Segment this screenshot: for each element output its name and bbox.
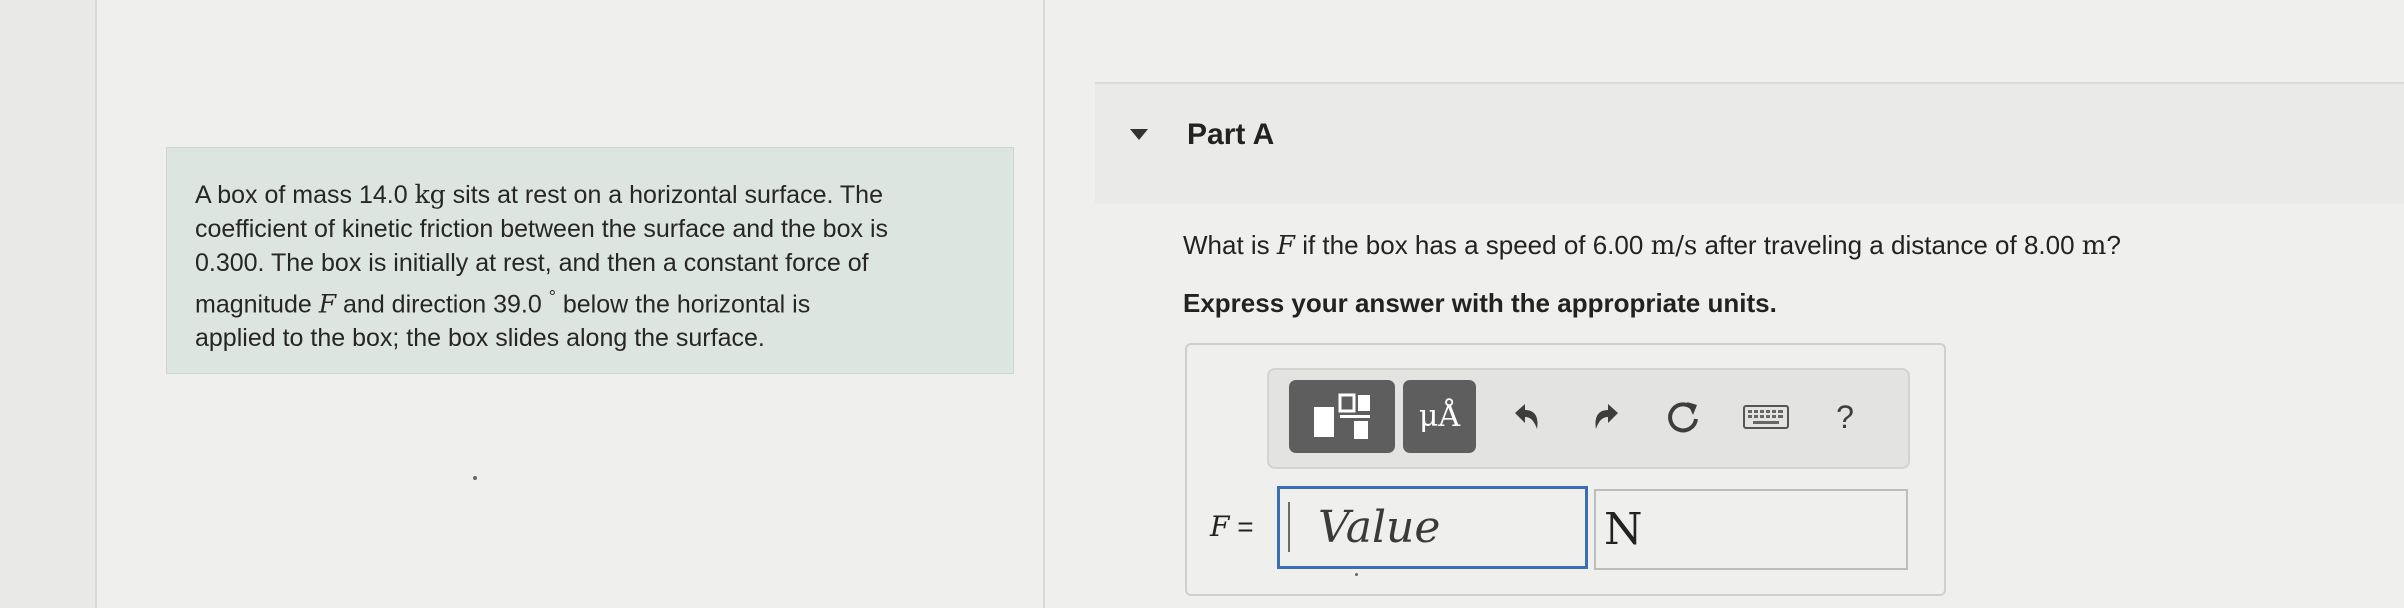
instruction-text: Express your answer with the appropriate…: [1183, 288, 1777, 318]
problem-text: applied to the box; the box slides along…: [195, 324, 765, 353]
caret-down-icon[interactable]: [1130, 129, 1148, 140]
problem-line-3: 0.300. The box is initially at rest, and…: [195, 246, 985, 280]
speck: [473, 476, 477, 480]
question-segment: if the box has a speed of 6.00: [1294, 230, 1651, 260]
degree-symbol: °: [548, 287, 556, 307]
equals-sign: =: [1229, 511, 1254, 542]
problem-line-5: applied to the box; the box slides along…: [195, 321, 985, 355]
variable-F: F: [1276, 231, 1295, 261]
answer-label: F =: [1210, 510, 1254, 543]
help-icon: ?: [1836, 398, 1854, 435]
problem-line-2: coefficient of kinetic friction between …: [195, 212, 985, 246]
problem-text: magnitude: [195, 290, 319, 319]
unit-m-per-s: m/s: [1650, 231, 1698, 261]
problem-line-1: A box of mass 14.0 kg sits at rest on a …: [195, 178, 985, 212]
templates-icon: [1314, 393, 1370, 439]
units-button-label: μÅ: [1418, 399, 1461, 434]
unit-m: m: [2081, 231, 2107, 261]
templates-button[interactable]: [1289, 380, 1395, 453]
unit-kg: kg: [414, 180, 446, 209]
undo-icon: [1515, 404, 1538, 429]
redo-icon: [1595, 404, 1618, 429]
column-divider: [1043, 0, 1045, 608]
keyboard-icon: [1743, 405, 1789, 429]
part-header[interactable]: [1095, 84, 2404, 204]
variable-F: F: [1210, 510, 1230, 543]
redo-button[interactable]: [1586, 395, 1630, 439]
keyboard-button[interactable]: [1741, 395, 1791, 439]
units-button[interactable]: μÅ: [1403, 380, 1476, 453]
question-segment: after traveling a distance of 8.00: [1697, 230, 2082, 260]
undo-button[interactable]: [1503, 395, 1547, 439]
units-input[interactable]: N: [1594, 489, 1908, 570]
help-button[interactable]: ?: [1823, 395, 1867, 439]
speck: [1355, 573, 1358, 576]
text-cursor: [1288, 502, 1290, 552]
problem-text: and direction 39.0: [336, 290, 549, 319]
question-segment: What is: [1183, 230, 1277, 260]
problem-statement: A box of mass 14.0 kg sits at rest on a …: [166, 147, 1014, 374]
problem-text: sits at rest on a horizontal surface. Th…: [445, 181, 883, 209]
question-segment: ?: [2106, 230, 2121, 260]
question-text: What is F if the box has a speed of 6.00…: [1183, 230, 2121, 261]
problem-text: coefficient of kinetic friction between …: [195, 215, 888, 243]
part-title[interactable]: Part A: [1187, 118, 1274, 152]
value-input[interactable]: Value: [1277, 486, 1588, 569]
reset-icon: [1668, 402, 1698, 433]
problem-text: A box of mass 14.0: [195, 181, 415, 209]
problem-text: below the horizontal is: [555, 290, 811, 319]
problem-text: 0.300. The box is initially at rest, and…: [195, 249, 869, 277]
reset-button[interactable]: [1661, 395, 1705, 439]
variable-F: F: [318, 289, 337, 319]
problem-line-4: magnitude F and direction 39.0 ° below t…: [195, 280, 985, 321]
